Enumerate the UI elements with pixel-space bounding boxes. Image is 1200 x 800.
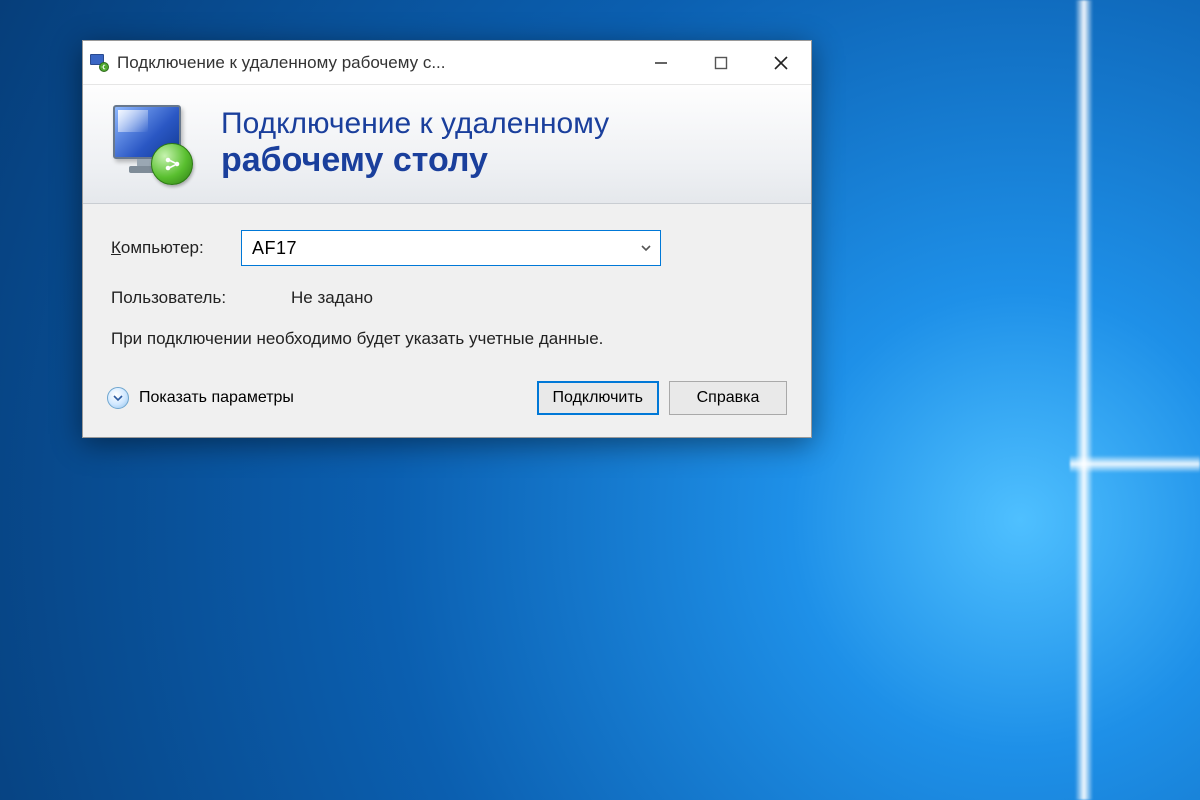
footer: Показать параметры Подключить Справка <box>83 367 811 437</box>
expand-down-icon <box>107 387 129 409</box>
computer-input[interactable] <box>242 231 632 265</box>
maximize-button[interactable] <box>691 41 751 85</box>
minimize-button[interactable] <box>631 41 691 85</box>
credentials-note: При подключении необходимо будет указать… <box>111 328 783 351</box>
banner: Подключение к удаленному рабочему столу <box>83 85 811 204</box>
chevron-down-icon[interactable] <box>632 242 660 254</box>
help-label: Справка <box>697 389 760 407</box>
show-options-toggle[interactable]: Показать параметры <box>107 387 294 409</box>
titlebar[interactable]: Подключение к удаленному рабочему с... <box>83 41 811 85</box>
user-label: Пользователь: <box>111 288 291 308</box>
show-options-label: Показать параметры <box>139 389 294 407</box>
computer-combobox[interactable] <box>241 230 661 266</box>
user-value: Не задано <box>291 288 373 308</box>
banner-line1: Подключение к удаленному <box>221 107 609 141</box>
rdp-large-icon <box>107 103 197 183</box>
computer-label: Компьютер: <box>111 238 241 258</box>
window-title: Подключение к удаленному рабочему с... <box>117 53 631 73</box>
form-body: Компьютер: Пользователь: Не задано При п… <box>83 204 811 367</box>
connect-button[interactable]: Подключить <box>537 381 659 415</box>
app-icon <box>83 54 117 72</box>
connect-label: Подключить <box>553 389 643 407</box>
close-button[interactable] <box>751 41 811 85</box>
help-button[interactable]: Справка <box>669 381 787 415</box>
banner-line2: рабочему столу <box>221 141 609 179</box>
rdp-icon <box>90 54 110 72</box>
rdp-dialog: Подключение к удаленному рабочему с... П… <box>82 40 812 438</box>
